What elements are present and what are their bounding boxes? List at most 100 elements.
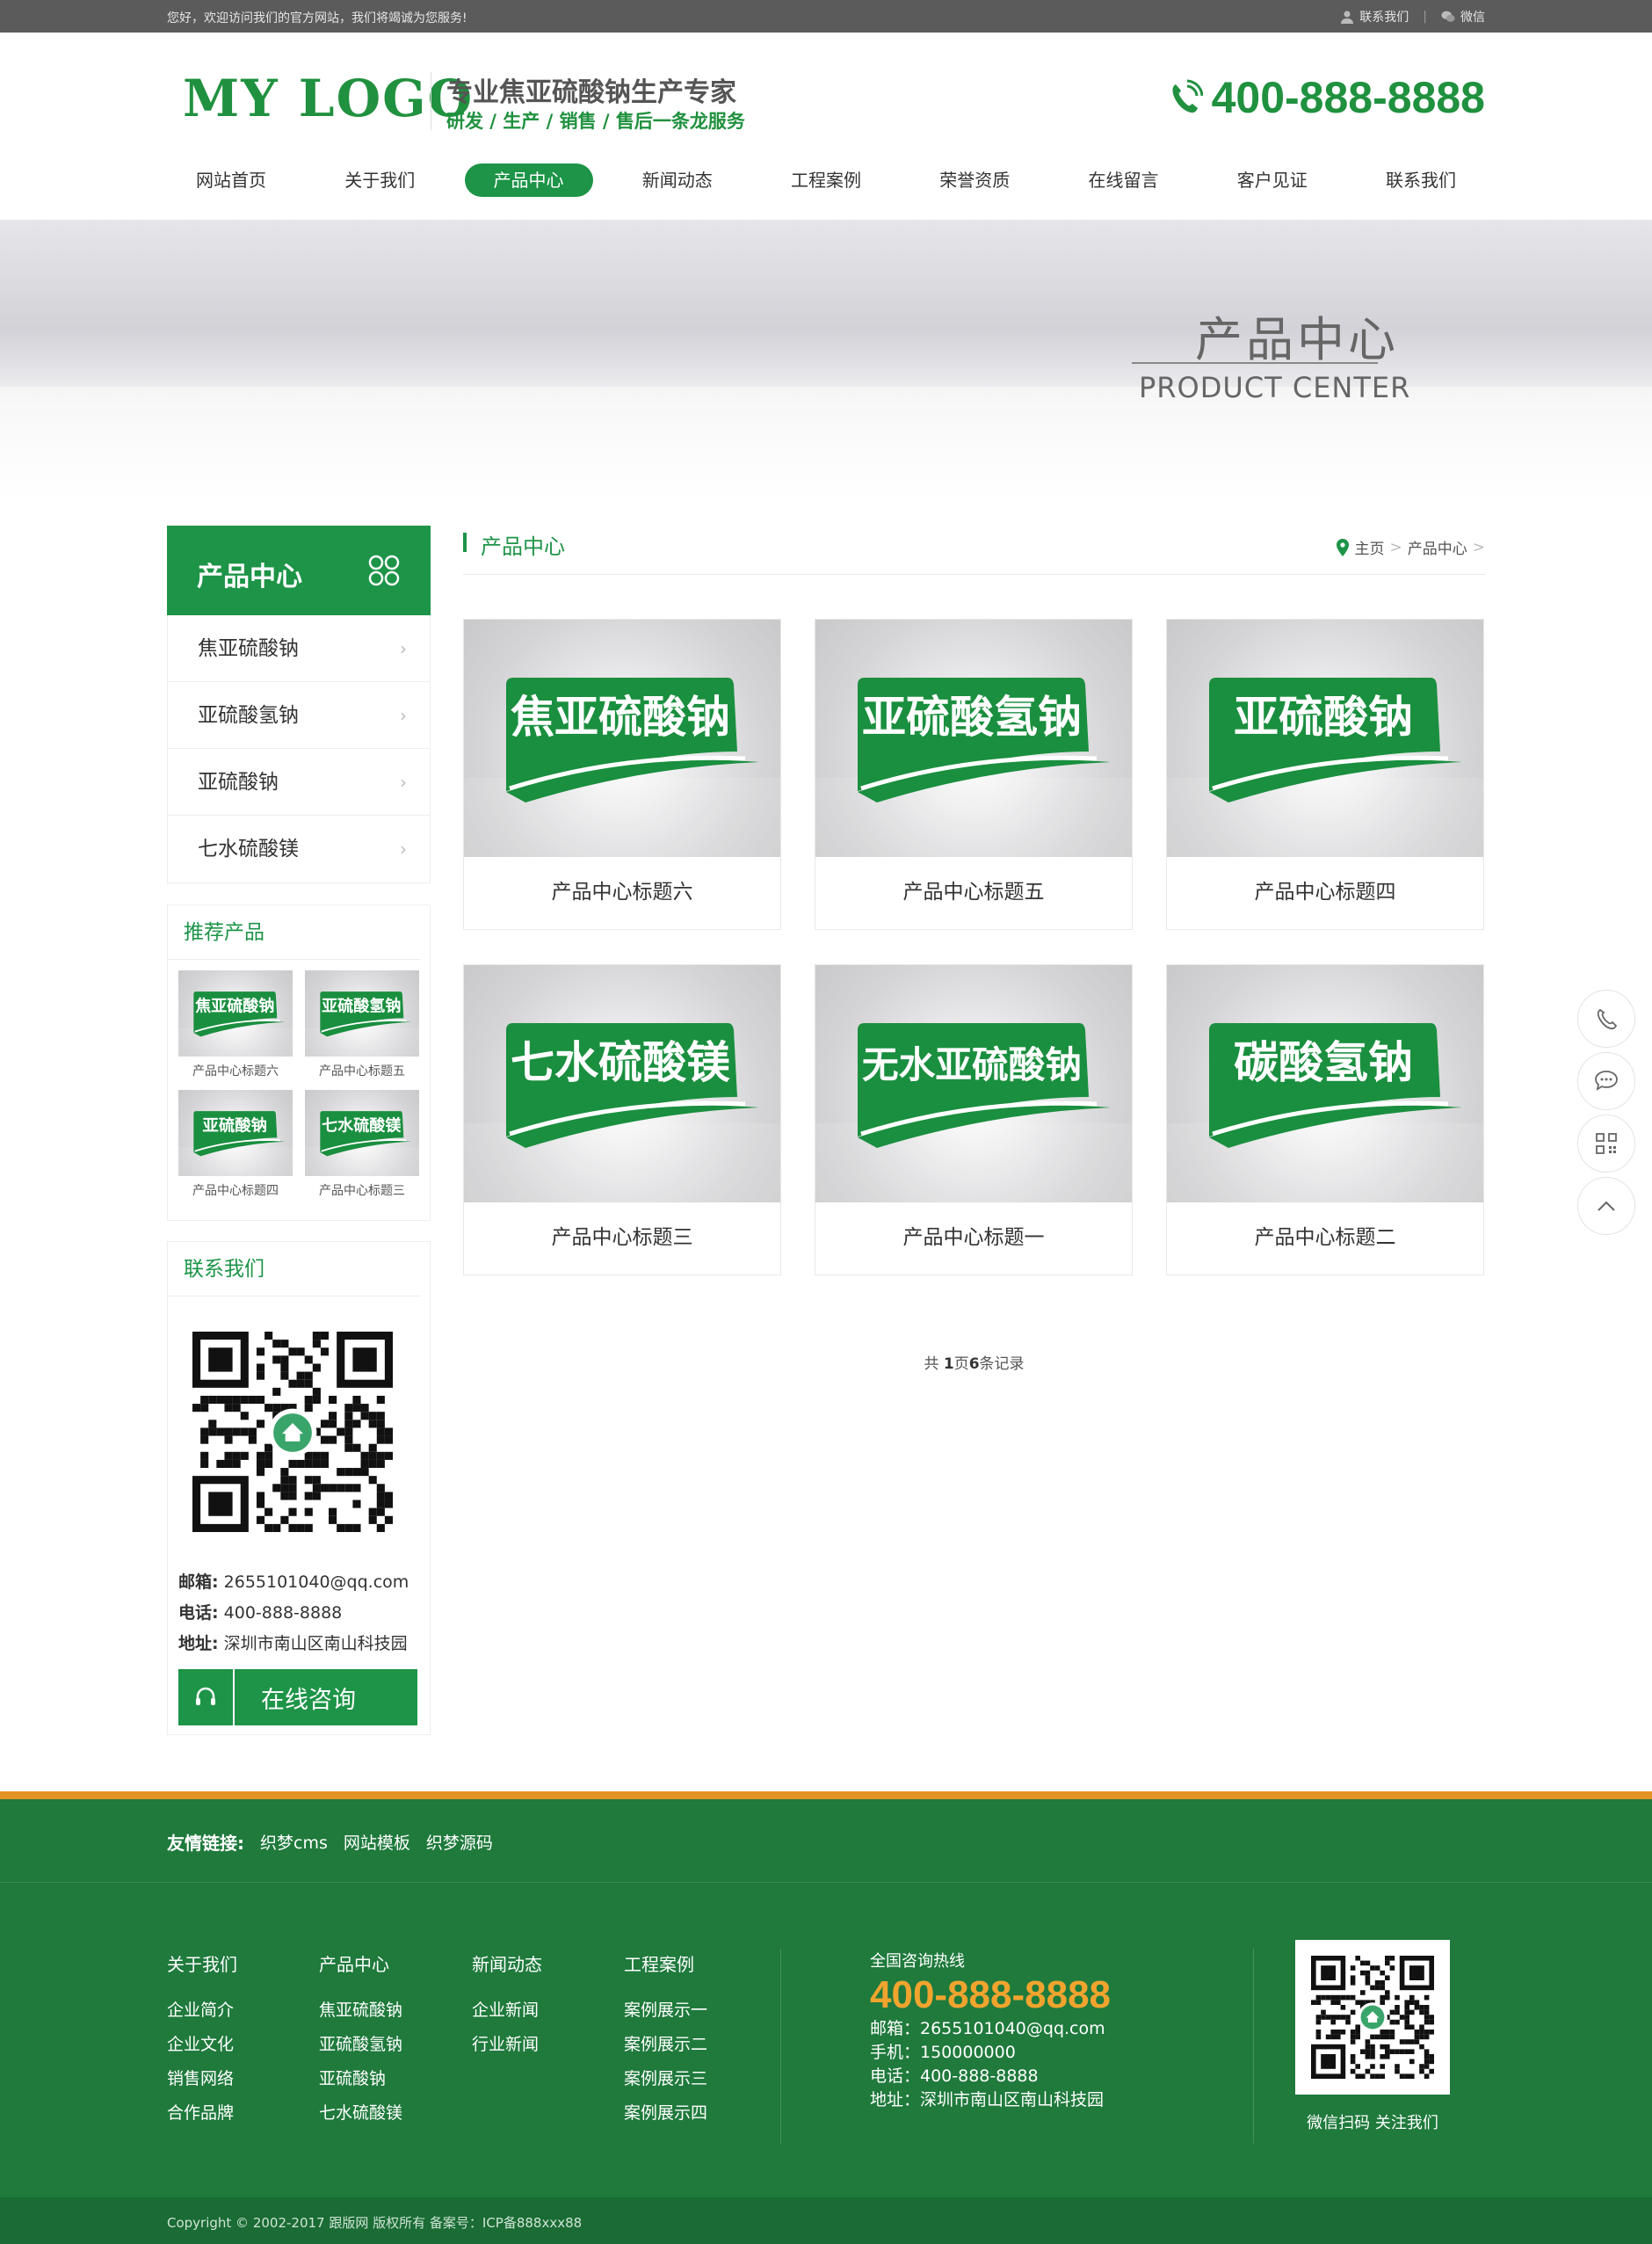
- nav-item-about[interactable]: 关于我们: [315, 163, 444, 197]
- footer-link[interactable]: 案例展示三: [624, 2066, 707, 2089]
- product-label-text: 亚硫酸氢钠: [862, 692, 1082, 743]
- recommend-item[interactable]: 亚硫酸氢钠 产品中心标题五: [305, 970, 419, 1081]
- product-card[interactable]: 亚硫酸钠 产品中心标题四: [1166, 619, 1484, 930]
- sidebar-item-label: 亚硫酸氢钠: [198, 704, 299, 727]
- contact-qr-frame: [178, 1318, 407, 1548]
- footer-col-heading[interactable]: 工程案例: [624, 1950, 707, 1976]
- footer-link[interactable]: 企业新闻: [472, 1997, 542, 2021]
- product-card[interactable]: 无水亚硫酸钠 产品中心标题一: [815, 964, 1133, 1275]
- user-icon: [1341, 11, 1354, 24]
- back-to-top-button[interactable]: [1577, 1177, 1635, 1235]
- breadcrumb-current[interactable]: 产品中心: [1408, 536, 1467, 558]
- nav-item-cases[interactable]: 工程案例: [762, 163, 890, 197]
- footer-qrcode: [1295, 1940, 1450, 2095]
- chevron-right-icon: ›: [400, 839, 407, 860]
- nav-item-message[interactable]: 在线留言: [1060, 163, 1188, 197]
- friend-link[interactable]: 织梦源码: [426, 1830, 493, 1854]
- pager-pages: 1: [943, 1355, 954, 1373]
- contact-title: 联系我们: [168, 1242, 421, 1296]
- contact-phone: 电话: 400-888-8888: [178, 1598, 409, 1629]
- sidebar-item-sodium-bisulfite[interactable]: 亚硫酸氢钠 ›: [168, 682, 430, 749]
- product-card[interactable]: 亚硫酸氢钠 产品中心标题五: [815, 619, 1133, 930]
- footer-link[interactable]: 焦亚硫酸钠: [319, 1997, 402, 2021]
- footer-hotline: 全国咨询热线 400-888-8888 邮箱：2655101040@qq.com…: [870, 1949, 1111, 2112]
- phone-icon: [1172, 79, 1203, 113]
- site-footer: 友情链接: 织梦cms 网站模板 织梦源码 关于我们 企业简介 企业文化 销售网…: [0, 1791, 1652, 2244]
- phone-icon: [1597, 1008, 1618, 1030]
- back-to-top-icon: [1598, 1201, 1615, 1211]
- friend-links: 友情链接: 织梦cms 网站模板 织梦源码: [167, 1829, 493, 1855]
- footer-link[interactable]: 案例展示一: [624, 1997, 707, 2021]
- top-contact-label: 联系我们: [1359, 11, 1409, 25]
- footer-link[interactable]: 七水硫酸镁: [319, 2100, 402, 2124]
- friend-link[interactable]: 网站模板: [344, 1830, 410, 1854]
- footer-link[interactable]: 行业新闻: [472, 2031, 542, 2055]
- product-label-art: 亚硫酸氢钠: [815, 678, 1132, 857]
- product-card[interactable]: 七水硫酸镁 产品中心标题三: [463, 964, 781, 1275]
- sidebar-title: 产品中心: [197, 562, 302, 592]
- footer-link[interactable]: 案例展示四: [624, 2100, 707, 2124]
- chevron-right-icon: ›: [400, 705, 407, 726]
- recommend-item[interactable]: 焦亚硫酸钠 产品中心标题六: [178, 970, 293, 1081]
- nav-item-home[interactable]: 网站首页: [167, 163, 295, 197]
- sidebar-item-sodium-sulfite[interactable]: 亚硫酸钠 ›: [168, 749, 430, 816]
- qrcode-image: [178, 1318, 407, 1548]
- recommend-item[interactable]: 七水硫酸镁 产品中心标题三: [305, 1090, 419, 1201]
- nav-item-honors[interactable]: 荣誉资质: [910, 163, 1039, 197]
- copyright-text: Copyright © 2002-2017 跟版网 版权所有 备案号：ICP备8…: [167, 2215, 583, 2231]
- float-phone-button[interactable]: [1577, 990, 1635, 1048]
- contact-address-value: 深圳市南山区南山科技园: [223, 1634, 408, 1653]
- footer-link[interactable]: 合作品牌: [167, 2100, 237, 2124]
- footer-hotline-caption: 全国咨询热线: [870, 1952, 965, 1971]
- product-title: 产品中心标题二: [1254, 1226, 1396, 1249]
- product-thumbnail: 七水硫酸镁: [464, 965, 780, 1202]
- recommend-item[interactable]: 亚硫酸钠 产品中心标题四: [178, 1090, 293, 1201]
- product-label-art: 无水亚硫酸钠: [815, 1023, 1132, 1202]
- footer-col-news: 新闻动态 企业新闻 行业新闻: [472, 1950, 542, 2066]
- main-header: 产品中心 主页 > 产品中心 >: [463, 524, 1485, 575]
- contact-email: 邮箱: 2655101040@qq.com: [178, 1567, 409, 1598]
- nav-item-contact[interactable]: 联系我们: [1357, 163, 1485, 197]
- main-nav: 网站首页 关于我们 产品中心 新闻动态 工程案例 荣誉资质 在线留言 客户见证 …: [167, 163, 1485, 199]
- footer-link[interactable]: 销售网络: [167, 2066, 237, 2089]
- sidebar-item-label: 七水硫酸镁: [198, 838, 299, 861]
- breadcrumb-separator: >: [1389, 538, 1402, 556]
- banner-divider: [1132, 362, 1378, 364]
- float-chat-button[interactable]: [1577, 1052, 1635, 1110]
- top-links: 联系我们 | 微信: [1340, 8, 1485, 25]
- contact-email-label: 邮箱:: [178, 1572, 219, 1592]
- footer-col-heading[interactable]: 新闻动态: [472, 1950, 542, 1976]
- header-hotline-number: 400-888-8888: [1211, 73, 1485, 122]
- product-title: 产品中心标题四: [1254, 881, 1396, 904]
- nav-item-products[interactable]: 产品中心: [464, 163, 593, 197]
- footer-col-heading[interactable]: 产品中心: [319, 1950, 402, 1976]
- breadcrumb-home[interactable]: 主页: [1355, 536, 1385, 558]
- footer-link[interactable]: 企业简介: [167, 1997, 237, 2021]
- footer-link[interactable]: 亚硫酸氢钠: [319, 2031, 402, 2055]
- product-thumbnail: 碳酸氢钠: [1167, 965, 1483, 1202]
- product-label-art: 亚硫酸钠: [1167, 678, 1483, 857]
- chevron-right-icon: ›: [400, 638, 407, 659]
- sidebar-item-label: 亚硫酸钠: [198, 771, 279, 794]
- nav-item-testimonials[interactable]: 客户见证: [1208, 163, 1337, 197]
- nav-item-news[interactable]: 新闻动态: [613, 163, 742, 197]
- product-thumbnail: 亚硫酸氢钠: [815, 620, 1132, 857]
- footer-col-heading[interactable]: 关于我们: [167, 1950, 237, 1976]
- sidebar-item-magnesium-sulfate[interactable]: 七水硫酸镁 ›: [168, 816, 430, 882]
- footer-col-about: 关于我们 企业简介 企业文化 销售网络 合作品牌: [167, 1950, 237, 2134]
- float-qrcode-button[interactable]: [1577, 1115, 1635, 1173]
- friend-link[interactable]: 织梦cms: [260, 1830, 328, 1854]
- online-consult-button[interactable]: 在线咨询: [178, 1669, 417, 1725]
- footer-link[interactable]: 企业文化: [167, 2031, 237, 2055]
- product-label-text: 焦亚硫酸钠: [511, 692, 730, 743]
- sidebar-item-sodium-metabisulfite[interactable]: 焦亚硫酸钠 ›: [168, 615, 430, 682]
- contact-info: 邮箱: 2655101040@qq.com 电话: 400-888-8888 地…: [178, 1567, 409, 1659]
- welcome-text: 您好，欢迎访问我们的官方网站，我们将竭诚为您服务!: [167, 11, 467, 25]
- product-card[interactable]: 碳酸氢钠 产品中心标题二: [1166, 964, 1484, 1275]
- footer-link[interactable]: 案例展示二: [624, 2031, 707, 2055]
- product-card[interactable]: 焦亚硫酸钠 产品中心标题六: [463, 619, 781, 930]
- top-wechat-link[interactable]: 微信: [1441, 8, 1485, 25]
- footer-link[interactable]: 亚硫酸钠: [319, 2066, 402, 2089]
- product-label-text: 焦亚硫酸钠: [194, 996, 274, 1015]
- top-contact-link[interactable]: 联系我们: [1340, 8, 1409, 25]
